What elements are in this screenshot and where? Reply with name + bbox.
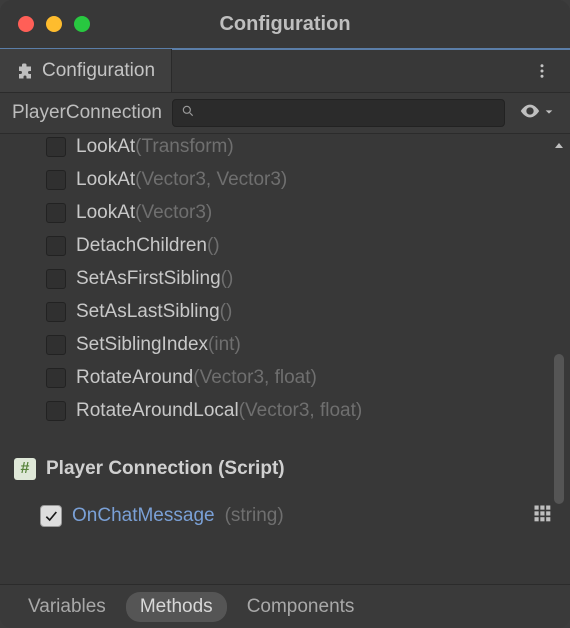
minimize-window-icon[interactable] — [46, 16, 62, 32]
visibility-toggle-button[interactable] — [515, 100, 558, 127]
search-input-wrap[interactable] — [172, 99, 505, 127]
method-checkbox[interactable] — [46, 302, 66, 322]
scroll-up-icon[interactable] — [552, 140, 566, 152]
scrollbar[interactable] — [552, 134, 566, 584]
grid-icon[interactable] — [532, 503, 552, 529]
breadcrumb-row: PlayerConnection — [0, 92, 570, 134]
method-params: (int) — [208, 334, 241, 355]
footer-tab-variables[interactable]: Variables — [14, 592, 120, 622]
method-item[interactable]: LookAt(Vector3) — [0, 196, 570, 229]
method-item-onchatmessage[interactable]: OnChatMessage (string) — [0, 497, 570, 535]
tab-label: Configuration — [42, 60, 155, 82]
chevron-down-icon — [544, 104, 554, 122]
method-name: RotateAround — [76, 367, 193, 388]
tab-configuration[interactable]: Configuration — [0, 49, 172, 93]
titlebar: Configuration — [0, 0, 570, 48]
search-icon — [181, 104, 195, 123]
method-name: LookAt — [76, 202, 135, 223]
method-checkbox[interactable] — [46, 236, 66, 256]
method-checkbox[interactable] — [46, 137, 66, 157]
puzzle-icon — [16, 62, 34, 80]
method-name: RotateAroundLocal — [76, 400, 239, 421]
method-params: (Vector3, Vector3) — [135, 169, 287, 190]
zoom-window-icon[interactable] — [74, 16, 90, 32]
footer-tab-components[interactable]: Components — [233, 592, 369, 622]
footer-tabs: Variables Methods Components — [0, 584, 570, 628]
method-checkbox[interactable] — [46, 269, 66, 289]
method-params: () — [221, 268, 234, 289]
footer-tab-methods[interactable]: Methods — [126, 592, 227, 622]
method-checkbox[interactable] — [46, 401, 66, 421]
method-checkbox[interactable] — [46, 170, 66, 190]
eye-icon — [519, 100, 541, 127]
method-params: (Vector3) — [135, 202, 212, 223]
window: Configuration Configuration PlayerConnec… — [0, 0, 570, 628]
method-name: LookAt — [76, 169, 135, 190]
method-params: (Vector3, float) — [239, 400, 363, 421]
method-item[interactable]: LookAt(Transform) — [0, 134, 570, 163]
method-params: (Vector3, float) — [193, 367, 317, 388]
method-list-scroll: LookAt(Transform)LookAt(Vector3, Vector3… — [0, 134, 570, 584]
scrollbar-thumb[interactable] — [554, 354, 564, 504]
method-name: SetAsLastSibling — [76, 301, 220, 322]
method-checkbox[interactable] — [46, 368, 66, 388]
traffic-lights — [18, 16, 90, 32]
method-name: OnChatMessage — [72, 505, 215, 527]
method-item[interactable]: SetAsLastSibling() — [0, 295, 570, 328]
tab-bar: Configuration — [0, 48, 570, 92]
method-name: SetAsFirstSibling — [76, 268, 221, 289]
script-header[interactable]: # Player Connection (Script) — [0, 449, 570, 489]
method-item[interactable]: SetSiblingIndex(int) — [0, 328, 570, 361]
method-item[interactable]: DetachChildren() — [0, 229, 570, 262]
method-checkbox[interactable] — [40, 505, 62, 527]
method-params: (Transform) — [135, 136, 234, 157]
method-item[interactable]: RotateAroundLocal(Vector3, float) — [0, 394, 570, 427]
method-checkbox[interactable] — [46, 203, 66, 223]
method-params: (string) — [225, 505, 284, 527]
method-item[interactable]: RotateAround(Vector3, float) — [0, 361, 570, 394]
method-name: LookAt — [76, 136, 135, 157]
method-params: () — [207, 235, 220, 256]
search-input[interactable] — [201, 104, 496, 122]
method-checkbox[interactable] — [46, 335, 66, 355]
breadcrumb[interactable]: PlayerConnection — [12, 102, 162, 124]
close-window-icon[interactable] — [18, 16, 34, 32]
script-header-label: Player Connection (Script) — [46, 458, 285, 480]
method-params: () — [220, 301, 233, 322]
method-item[interactable]: LookAt(Vector3, Vector3) — [0, 163, 570, 196]
script-icon: # — [14, 458, 36, 480]
method-name: DetachChildren — [76, 235, 207, 256]
method-name: SetSiblingIndex — [76, 334, 208, 355]
overflow-menu-button[interactable] — [524, 62, 560, 80]
method-list: LookAt(Transform)LookAt(Vector3, Vector3… — [0, 134, 570, 431]
method-item[interactable]: SetAsFirstSibling() — [0, 262, 570, 295]
